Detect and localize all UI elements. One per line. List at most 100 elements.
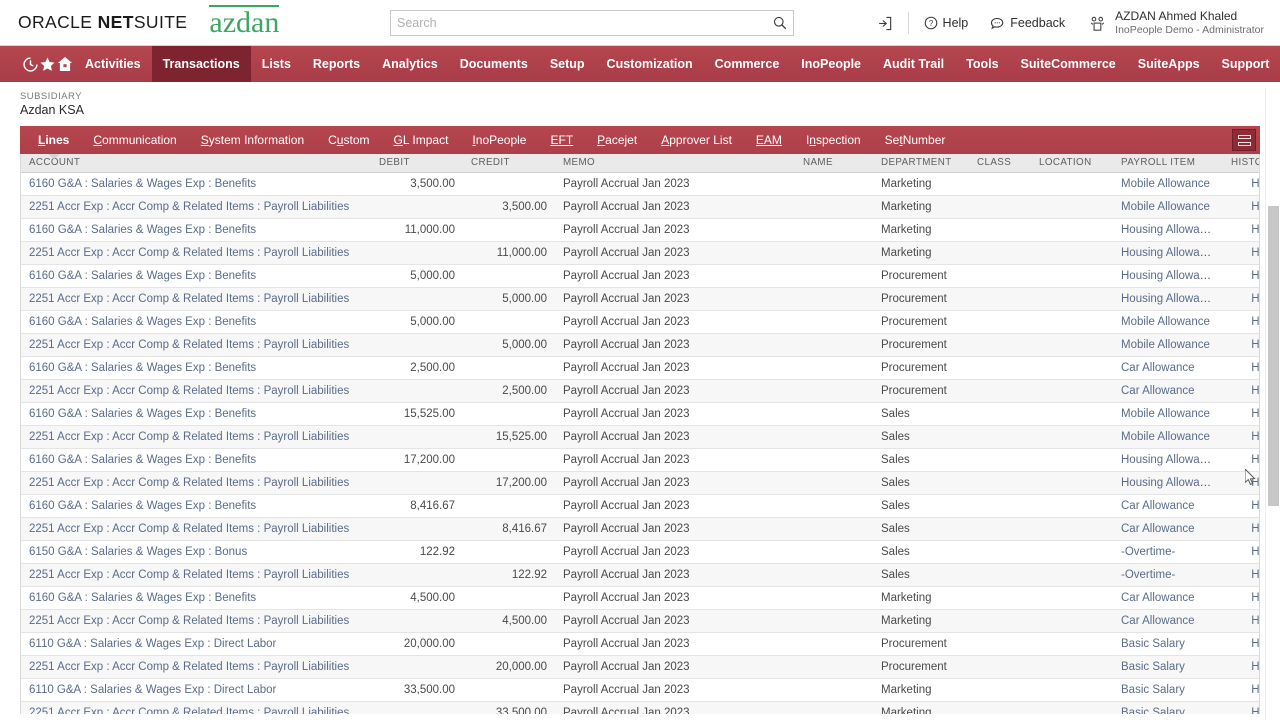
subtab-approver-list[interactable]: Approver List — [649, 126, 744, 154]
column-header-name[interactable]: NAME — [795, 154, 873, 173]
payroll-item-link[interactable]: Housing Allowance — [1121, 224, 1218, 236]
cell-payroll-item[interactable]: Housing Allowance — [1113, 287, 1223, 311]
cell-account[interactable]: 6160 G&A : Salaries & Wages Exp : Benefi… — [21, 402, 371, 426]
payroll-item-link[interactable]: Housing Allowance — [1121, 293, 1218, 305]
cell-payroll-item[interactable]: Basic Salary — [1113, 678, 1223, 702]
table-row[interactable]: 2251 Accr Exp : Accr Comp & Related Item… — [21, 517, 1259, 541]
payroll-item-link[interactable]: Mobile Allowance — [1121, 316, 1210, 328]
user-menu[interactable]: AZDAN Ahmed Khaled InoPeople Demo - Admi… — [1076, 9, 1264, 37]
table-row[interactable]: 2251 Accr Exp : Accr Comp & Related Item… — [21, 333, 1259, 357]
account-link[interactable]: 6160 G&A : Salaries & Wages Exp : Benefi… — [29, 362, 256, 374]
cell-history[interactable]: History — [1223, 333, 1259, 357]
cell-account[interactable]: 6160 G&A : Salaries & Wages Exp : Benefi… — [21, 448, 371, 472]
column-header-department[interactable]: DEPARTMENT — [873, 154, 969, 173]
nav-item-support[interactable]: Support — [1211, 46, 1280, 82]
payroll-item-link[interactable]: Mobile Allowance — [1121, 178, 1210, 190]
nav-item-setup[interactable]: Setup — [539, 46, 596, 82]
table-row[interactable]: 2251 Accr Exp : Accr Comp & Related Item… — [21, 425, 1259, 449]
table-row[interactable]: 6110 G&A : Salaries & Wages Exp : Direct… — [21, 632, 1259, 656]
account-link[interactable]: 2251 Accr Exp : Accr Comp & Related Item… — [29, 339, 349, 351]
history-link[interactable]: History — [1251, 316, 1259, 328]
cell-payroll-item[interactable]: Housing Allowance — [1113, 218, 1223, 242]
history-link[interactable]: History — [1251, 270, 1259, 282]
column-header-location[interactable]: LOCATION — [1031, 154, 1113, 173]
account-link[interactable]: 2251 Accr Exp : Accr Comp & Related Item… — [29, 385, 349, 397]
cell-payroll-item[interactable]: Housing Allowance — [1113, 241, 1223, 265]
favorites-icon[interactable] — [39, 46, 56, 82]
help-button[interactable]: ? Help — [913, 0, 980, 46]
payroll-item-link[interactable]: Basic Salary — [1121, 684, 1185, 696]
oracle-netsuite-logo[interactable]: ORACLE NETSUITE — [18, 12, 187, 33]
azdan-logo[interactable]: azdan — [209, 5, 280, 38]
cell-account[interactable]: 2251 Accr Exp : Accr Comp & Related Item… — [21, 701, 371, 714]
scrollbar-thumb[interactable] — [1268, 206, 1279, 506]
cell-history[interactable]: History — [1223, 609, 1259, 633]
cell-payroll-item[interactable]: Car Allowance — [1113, 609, 1223, 633]
payroll-item-link[interactable]: Basic Salary — [1121, 661, 1185, 673]
table-row[interactable]: 2251 Accr Exp : Accr Comp & Related Item… — [21, 471, 1259, 495]
account-link[interactable]: 2251 Accr Exp : Accr Comp & Related Item… — [29, 569, 349, 581]
table-row[interactable]: 2251 Accr Exp : Accr Comp & Related Item… — [21, 287, 1259, 311]
history-link[interactable]: History — [1251, 339, 1259, 351]
cell-payroll-item[interactable]: Mobile Allowance — [1113, 402, 1223, 426]
history-link[interactable]: History — [1251, 178, 1259, 190]
history-link[interactable]: History — [1251, 477, 1259, 489]
search-input[interactable] — [391, 11, 767, 35]
column-header-history[interactable]: HISTORY — [1223, 154, 1259, 173]
cell-account[interactable]: 6160 G&A : Salaries & Wages Exp : Benefi… — [21, 172, 371, 196]
cell-payroll-item[interactable]: Mobile Allowance — [1113, 333, 1223, 357]
subtab-gl-impact[interactable]: GL Impact — [382, 126, 461, 154]
cell-history[interactable]: History — [1223, 379, 1259, 403]
cell-account[interactable]: 2251 Accr Exp : Accr Comp & Related Item… — [21, 609, 371, 633]
cell-payroll-item[interactable]: Mobile Allowance — [1113, 310, 1223, 334]
history-link[interactable]: History — [1251, 569, 1259, 581]
history-link[interactable]: History — [1251, 661, 1259, 673]
subtab-eft[interactable]: EFT — [538, 126, 585, 154]
search-icon[interactable] — [767, 11, 793, 35]
cell-payroll-item[interactable]: -Overtime- — [1113, 540, 1223, 564]
cell-account[interactable]: 6150 G&A : Salaries & Wages Exp : Bonus — [21, 540, 371, 564]
history-link[interactable]: History — [1251, 362, 1259, 374]
column-header-account[interactable]: ACCOUNT — [21, 154, 371, 173]
cell-payroll-item[interactable]: Car Allowance — [1113, 379, 1223, 403]
cell-payroll-item[interactable]: Mobile Allowance — [1113, 425, 1223, 449]
history-link[interactable]: History — [1251, 224, 1259, 236]
payroll-item-link[interactable]: Car Allowance — [1121, 615, 1195, 627]
subtab-pacejet[interactable]: Pacejet — [585, 126, 649, 154]
cell-account[interactable]: 6160 G&A : Salaries & Wages Exp : Benefi… — [21, 356, 371, 380]
subtab-lines[interactable]: Lines — [26, 126, 81, 154]
cell-payroll-item[interactable]: Basic Salary — [1113, 632, 1223, 656]
payroll-item-link[interactable]: Mobile Allowance — [1121, 408, 1210, 420]
account-link[interactable]: 6160 G&A : Salaries & Wages Exp : Benefi… — [29, 224, 256, 236]
nav-item-analytics[interactable]: Analytics — [371, 46, 449, 82]
table-row[interactable]: 2251 Accr Exp : Accr Comp & Related Item… — [21, 195, 1259, 219]
nav-item-commerce[interactable]: Commerce — [704, 46, 791, 82]
nav-item-lists[interactable]: Lists — [251, 46, 302, 82]
payroll-item-link[interactable]: Mobile Allowance — [1121, 431, 1210, 443]
payroll-item-link[interactable]: -Overtime- — [1121, 546, 1175, 558]
history-link[interactable]: History — [1251, 201, 1259, 213]
payroll-item-link[interactable]: -Overtime- — [1121, 569, 1175, 581]
cell-history[interactable]: History — [1223, 287, 1259, 311]
cell-account[interactable]: 2251 Accr Exp : Accr Comp & Related Item… — [21, 655, 371, 679]
nav-item-inopeople[interactable]: InoPeople — [790, 46, 872, 82]
account-link[interactable]: 6160 G&A : Salaries & Wages Exp : Benefi… — [29, 178, 256, 190]
cell-history[interactable]: History — [1223, 540, 1259, 564]
subtab-system-information[interactable]: System Information — [189, 126, 316, 154]
history-link[interactable]: History — [1251, 523, 1259, 535]
table-row[interactable]: 2251 Accr Exp : Accr Comp & Related Item… — [21, 609, 1259, 633]
cell-account[interactable]: 2251 Accr Exp : Accr Comp & Related Item… — [21, 241, 371, 265]
column-header-credit[interactable]: CREDIT — [463, 154, 555, 173]
cell-payroll-item[interactable]: -Overtime- — [1113, 563, 1223, 587]
nav-item-transactions[interactable]: Transactions — [151, 46, 251, 82]
history-link[interactable]: History — [1251, 500, 1259, 512]
table-row[interactable]: 2251 Accr Exp : Accr Comp & Related Item… — [21, 701, 1259, 714]
cell-payroll-item[interactable]: Mobile Allowance — [1113, 172, 1223, 196]
table-row[interactable]: 2251 Accr Exp : Accr Comp & Related Item… — [21, 655, 1259, 679]
history-link[interactable]: History — [1251, 638, 1259, 650]
cell-history[interactable]: History — [1223, 678, 1259, 702]
account-link[interactable]: 6110 G&A : Salaries & Wages Exp : Direct… — [29, 638, 276, 650]
subtab-inspection[interactable]: In spection — [794, 126, 873, 154]
cell-history[interactable]: History — [1223, 448, 1259, 472]
nav-item-audit-trail[interactable]: Audit Trail — [872, 46, 955, 82]
